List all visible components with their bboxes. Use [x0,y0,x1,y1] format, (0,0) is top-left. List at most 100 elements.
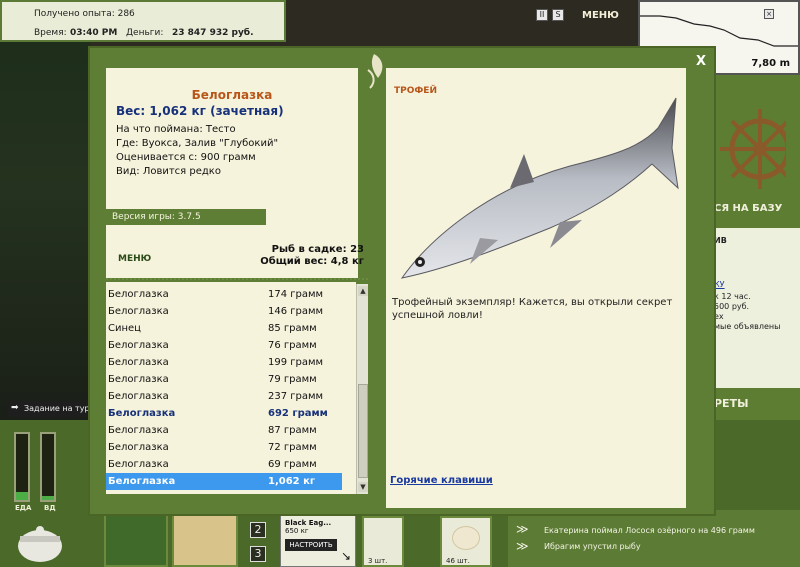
catch-row[interactable]: Белоглазка 199 грамм [106,354,342,371]
money-value: 23 847 932 руб. [172,28,254,38]
player-status-panel: Получено опыта: 286 Время: 03:40 PM День… [0,0,286,42]
catch-row-name: Белоглазка [108,357,169,368]
top-controls: II S МЕНЮ [536,2,636,28]
catch-row[interactable]: Белоглазка 72 грамм [106,439,342,456]
food-meter [14,432,30,502]
time-value: 03:40 PM [70,28,118,38]
catch-row-weight: 69 грамм [268,459,317,470]
fish-weight: Вес: 1,062 кг (зачетная) [116,104,284,118]
catch-row[interactable]: Белоглазка 174 грамм [106,286,342,303]
keepnet-total-weight: Общий вес: 4,8 кг [260,256,364,267]
tournament-panel: ИВ КУ к 12 час. 500 руб. ех мые объявлен… [712,228,800,388]
cooking-pot-icon[interactable] [10,516,70,566]
catch-row-name: Белоглазка [108,459,169,470]
catch-row-weight: 76 грамм [268,340,317,351]
dialog-menu-link[interactable]: МЕНЮ [118,254,151,264]
catch-row-weight: 692 грамм [268,408,328,419]
fish-location: Где: Вуокса, Залив "Глубокий" [116,138,279,149]
experience-text: Получено опыта: 286 [34,9,135,19]
catch-row-name: Белоглазка [108,306,169,317]
trophy-card: ТРОФЕЙ Трофейный экземпляр! Кажется, вы … [386,68,686,508]
ship-wheel-icon [720,109,786,189]
rod-slot-3[interactable]: 3 [250,546,266,562]
close-dialog-button[interactable]: X [696,54,706,69]
depth-close-icon[interactable]: × [764,9,774,19]
rod-slot-2[interactable]: 2 [250,522,266,538]
catch-list[interactable]: Белоглазка 174 грамм Белоглазка 146 грамм Си… [106,282,356,494]
catch-list-scrollbar[interactable]: ▲ ▼ [356,284,368,494]
keepnet-summary: Рыб в садке: 23 Общий вес: 4,8 кг [260,244,364,268]
catch-row-name: Синец [108,323,141,334]
rod-name: Black Eag... [285,519,332,527]
tournament-task-bar[interactable]: ➡ Задание на тур [8,401,98,417]
keepnet-count: Рыб в садке: 23 [271,244,364,255]
fish-valued-from: Оценивается с: 900 грамм [116,152,256,163]
cursor-arrow-icon: ↘ [341,549,352,563]
catch-row-weight: 85 грамм [268,323,317,334]
catch-row-name: Белоглазка [108,425,169,436]
money-label: Деньги: [126,28,164,38]
keepnet-basket-slot[interactable] [104,510,168,567]
catch-row[interactable]: Белоглазка 79 грамм [106,371,342,388]
bait-count: 46 шт. [446,557,470,565]
bleak-fish-image [400,97,679,279]
fish-name: Белоглазка [191,88,273,102]
depth-value: 7,80 m [751,58,790,69]
setup-rod-button[interactable]: НАСТРОИТЬ [285,539,337,551]
tournament-line4: мые объявлены [714,322,781,331]
tournament-time: к 12 час. [714,292,751,301]
catch-row[interactable]: Белоглазка 76 грамм [106,337,342,354]
bucket-slot[interactable] [172,512,238,567]
catch-row-weight: 237 грамм [268,391,324,402]
bait-slot[interactable]: 46 шт. [440,516,492,567]
pause-button[interactable]: II [536,9,548,21]
fish-small-icon-2: ≫ [516,539,529,553]
secrets-button[interactable]: РЕТЫ [714,397,748,410]
catch-row-weight: 79 грамм [268,374,317,385]
catch-row-name: Белоглазка [108,476,176,487]
food-level [16,492,28,500]
catch-row-name: Белоглазка [108,391,169,402]
event-messages: Екатерина поймал Лосося озёрного на 496 … [508,510,800,567]
vodka-label: ВД [44,504,56,512]
hook-count: 3 шт. [368,557,388,565]
catch-row-name: Белоглазка [108,340,169,351]
catch-row[interactable]: Белоглазка 87 грамм [106,422,342,439]
catch-row[interactable]: Синец 85 грамм [106,320,342,337]
catch-row[interactable]: Белоглазка 69 грамм [106,456,342,473]
catch-dialog: Белоглазка Вес: 1,062 кг (зачетная) На ч… [88,46,716,516]
tournament-fee: 500 руб. [714,302,750,311]
hotkeys-link[interactable]: Горячие клавиши [390,475,493,486]
time-label: Время: [34,28,67,38]
divider [106,278,368,280]
go-to-base-button[interactable]: СЯ НА БАЗУ [714,203,782,214]
sound-button[interactable]: S [552,9,564,21]
catch-row-weight: 72 грамм [268,442,317,453]
food-label: ЕДА [15,504,32,512]
scroll-down-icon[interactable]: ▼ [358,482,368,492]
catch-row[interactable]: Белоглазка 1,062 кг [106,473,342,490]
catch-row[interactable]: Белоглазка 146 грамм [106,303,342,320]
catch-row-name: Белоглазка [108,408,176,419]
message-2: Ибрагим упустил рыбу [544,542,641,551]
arrow-right-icon: ➡ [11,403,19,413]
fish-bait: На что поймана: Тесто [116,124,236,135]
catch-row-name: Белоглазка [108,289,169,300]
game-version: Версия игры: 3.7.5 [106,209,266,225]
catch-row-name: Белоглазка [108,374,169,385]
catch-row-weight: 199 грамм [268,357,324,368]
catch-row-weight: 174 грамм [268,289,324,300]
vodka-level [42,496,54,500]
scroll-up-icon[interactable]: ▲ [358,286,368,296]
catch-row[interactable]: Белоглазка 237 грамм [106,388,342,405]
catch-row-weight: 146 грамм [268,306,324,317]
fish-kind: Вид: Ловится редко [116,166,221,177]
message-1: Екатерина поймал Лосося озёрного на 496 … [544,526,755,535]
scroll-thumb[interactable] [358,384,368,478]
catch-row-weight: 1,062 кг [268,476,316,487]
main-menu-button[interactable]: МЕНЮ [582,10,619,21]
rod-panel: Black Eag... 650 кг НАСТРОИТЬ ↘ [280,514,356,567]
catch-row[interactable]: Белоглазка 692 грамм [106,405,342,422]
hook-slot[interactable]: 3 шт. [362,516,404,567]
dough-bait-icon [452,526,480,550]
